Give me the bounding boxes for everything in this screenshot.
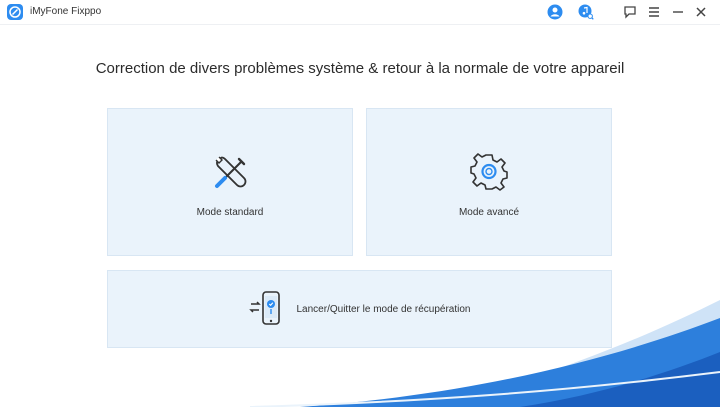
account-button[interactable] xyxy=(545,2,565,22)
close-icon xyxy=(696,7,706,17)
feedback-icon xyxy=(624,6,636,19)
app-title: iMyFone Fixppo xyxy=(30,6,102,17)
account-icon xyxy=(547,4,563,20)
close-button[interactable] xyxy=(691,2,711,22)
advanced-mode-card[interactable]: Mode avancé xyxy=(366,108,612,256)
phone-recovery-icon xyxy=(248,291,280,325)
app-logo-icon xyxy=(7,4,23,20)
minimize-button[interactable] xyxy=(668,2,688,22)
menu-button[interactable] xyxy=(644,2,664,22)
wrench-screwdriver-icon xyxy=(215,156,247,188)
menu-icon xyxy=(649,7,659,17)
feedback-button[interactable] xyxy=(620,2,640,22)
advanced-mode-label: Mode avancé xyxy=(458,207,520,218)
music-search-icon xyxy=(578,4,594,20)
recovery-mode-label: Lancer/Quitter le mode de récupération xyxy=(296,303,471,315)
page-headline: Correction de divers problèmes système &… xyxy=(95,60,625,77)
minimize-icon xyxy=(673,11,683,13)
standard-mode-card[interactable]: Mode standard xyxy=(107,108,353,256)
standard-mode-label: Mode standard xyxy=(196,207,264,218)
title-bar: iMyFone Fixppo xyxy=(0,0,720,25)
recovery-mode-card[interactable]: Lancer/Quitter le mode de récupération xyxy=(107,270,612,348)
gear-icon xyxy=(470,153,508,191)
music-search-button[interactable] xyxy=(576,2,596,22)
